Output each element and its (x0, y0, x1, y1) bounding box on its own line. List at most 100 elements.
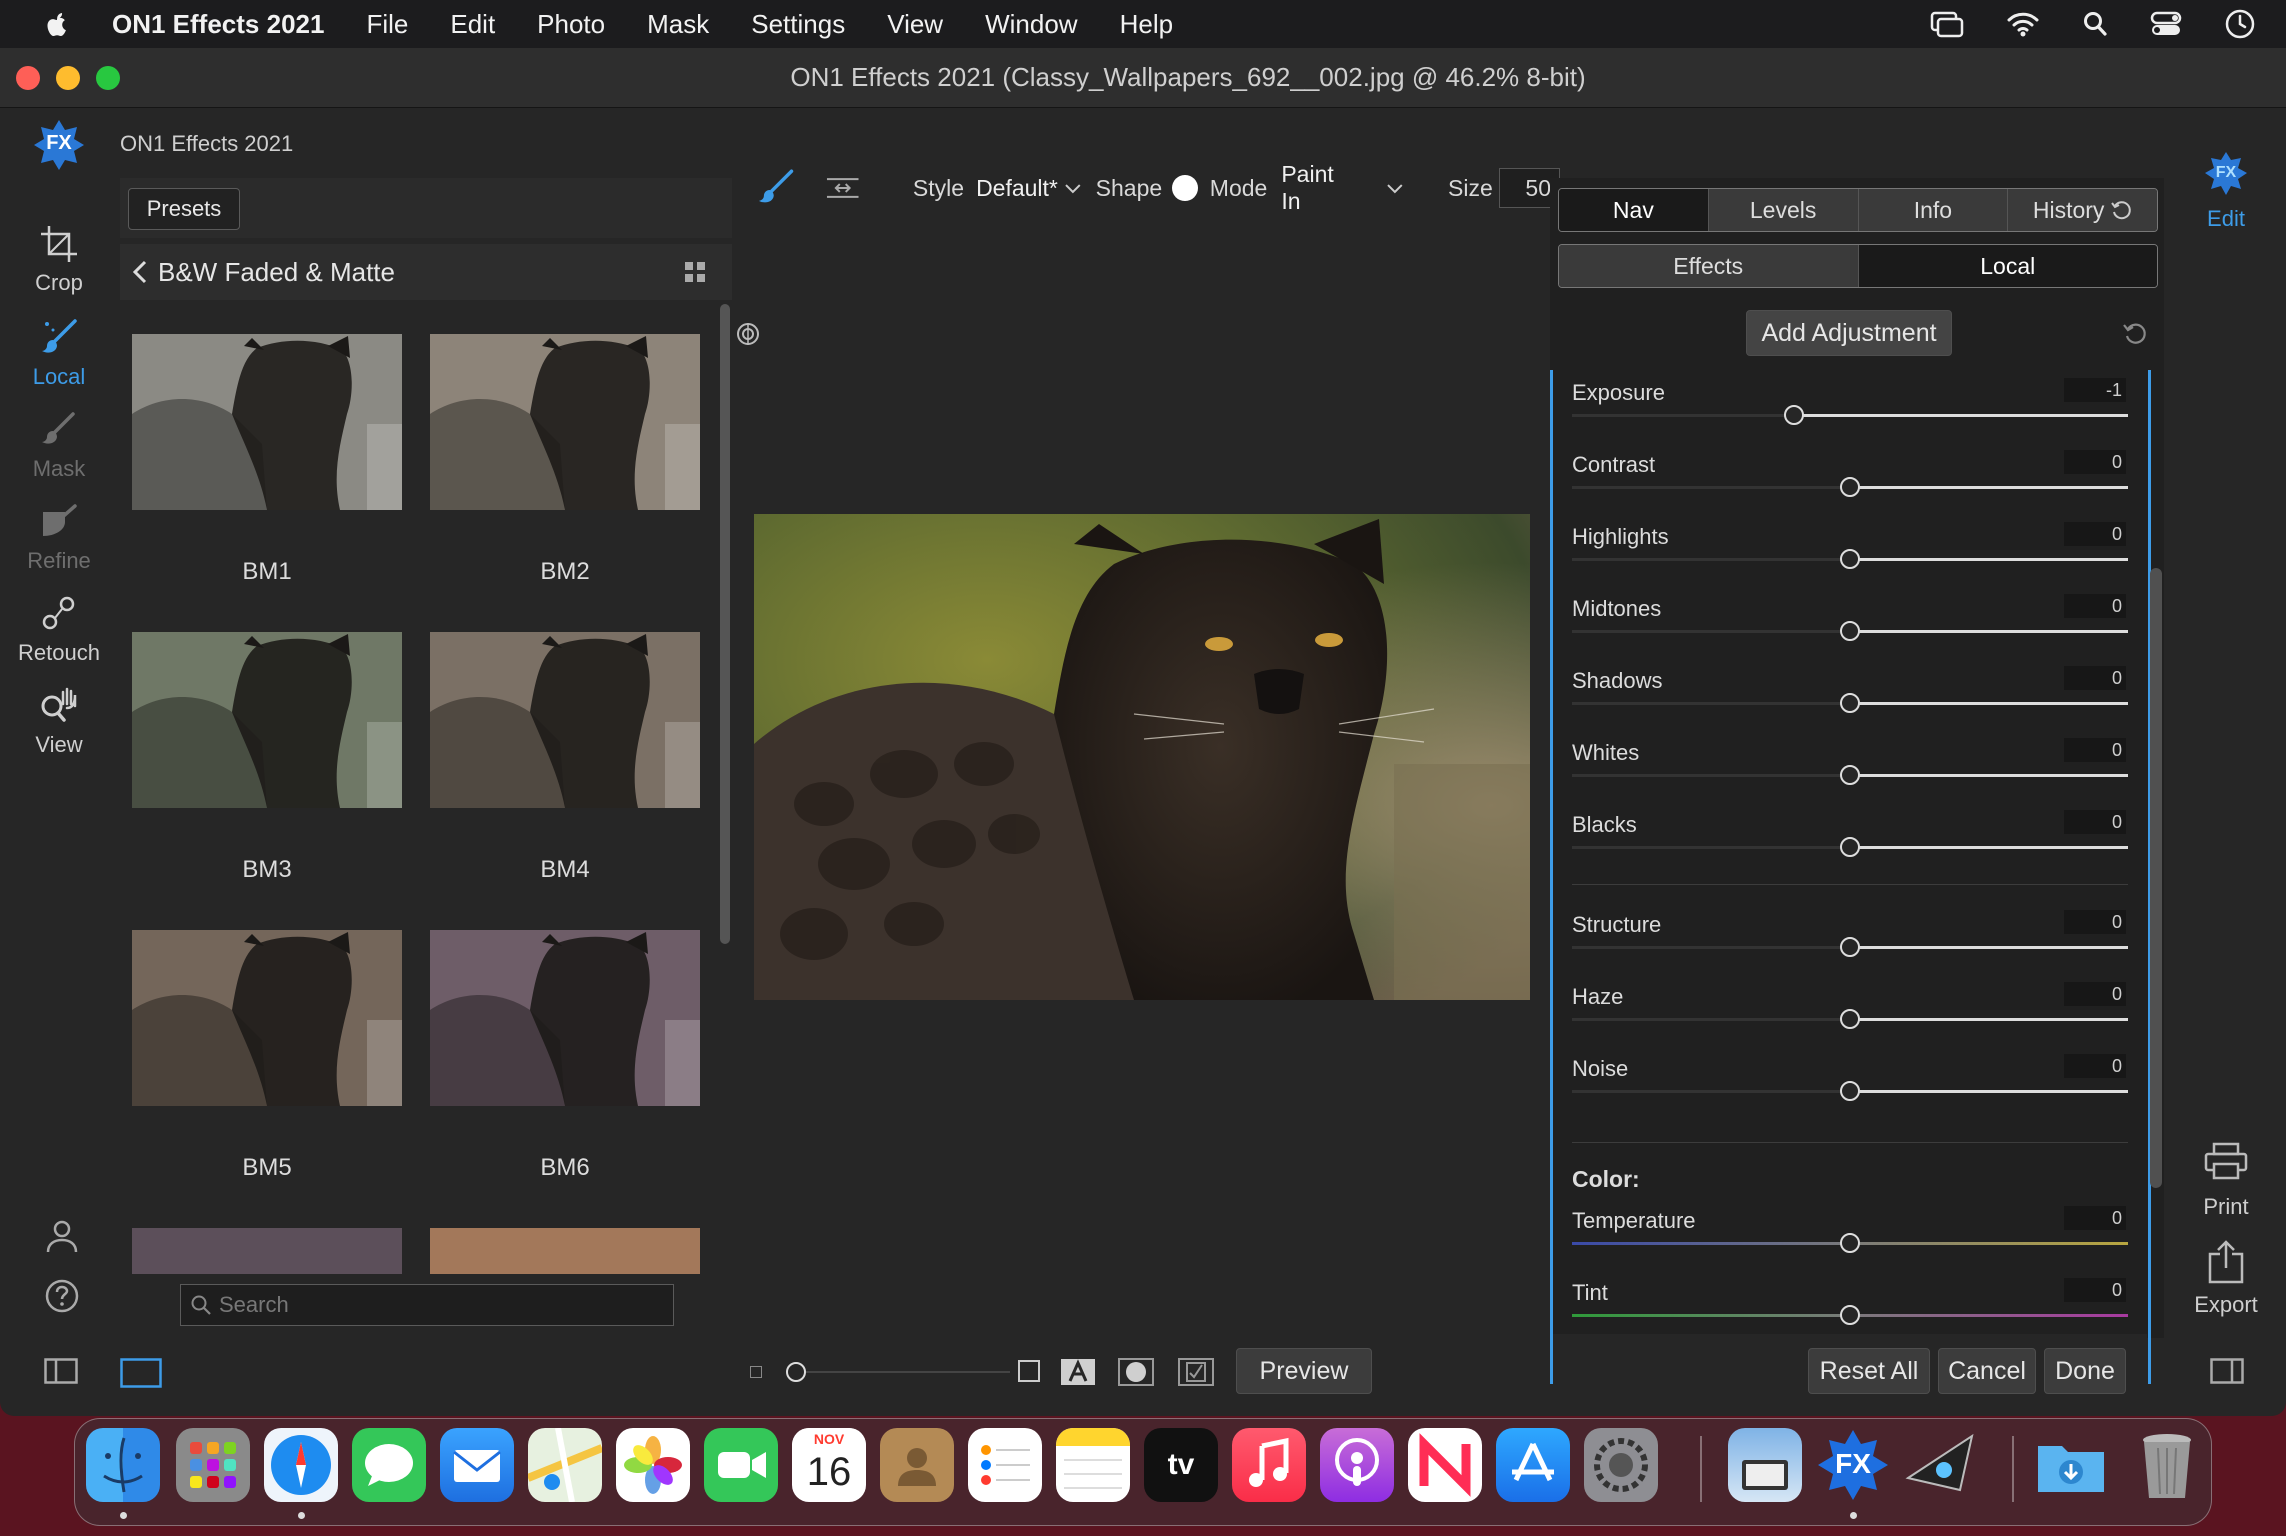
presets-scrollbar[interactable] (720, 304, 730, 944)
tool-refine[interactable]: Refine (0, 502, 118, 574)
slider-value-field[interactable]: 0 (2064, 738, 2126, 762)
preset-thumbnail[interactable] (132, 1228, 402, 1274)
toggle-right-panel-icon[interactable] (2210, 1358, 2244, 1384)
tool-retouch[interactable]: Retouch (0, 594, 118, 666)
slider-value-field[interactable]: 0 (2064, 910, 2126, 934)
screen-mirroring-icon[interactable] (1930, 10, 1964, 38)
slider-knob[interactable] (1840, 693, 1860, 713)
slider-knob[interactable] (1840, 837, 1860, 857)
slider-track[interactable] (1572, 414, 2128, 417)
module-edit[interactable]: FX (2196, 148, 2256, 202)
slider-value-field[interactable]: 0 (2064, 1278, 2126, 1302)
slider-knob[interactable] (1840, 621, 1860, 641)
slider-knob[interactable] (1840, 549, 1860, 569)
preset-thumbnail[interactable] (132, 930, 402, 1106)
slider-value-field[interactable]: 0 (2064, 666, 2126, 690)
spotlight-search-icon[interactable] (2082, 10, 2108, 38)
tab-history[interactable]: History (2008, 189, 2157, 231)
menu-edit[interactable]: Edit (450, 9, 495, 40)
system-preferences-icon[interactable] (1584, 1428, 1658, 1502)
brush-tool-icon[interactable] (756, 168, 795, 208)
menu-file[interactable]: File (366, 9, 408, 40)
tool-crop[interactable]: Crop (0, 224, 118, 296)
compare-split-icon[interactable] (825, 173, 860, 203)
tool-mask[interactable]: Mask (0, 410, 118, 482)
chevron-down-icon[interactable] (1064, 181, 1082, 195)
slider-value-field[interactable]: 0 (2064, 1054, 2126, 1078)
add-adjustment-button[interactable]: Add Adjustment (1746, 310, 1952, 356)
photos-icon[interactable] (616, 1428, 690, 1502)
done-button[interactable]: Done (2044, 1348, 2126, 1394)
subtab-effects[interactable]: Effects (1559, 245, 1859, 287)
menu-window[interactable]: Window (985, 9, 1077, 40)
menu-view[interactable]: View (887, 9, 943, 40)
preset-search-field[interactable]: Search (180, 1284, 674, 1326)
apple-tv-icon[interactable]: tv (1144, 1428, 1218, 1502)
slider-value-field[interactable]: 0 (2064, 522, 2126, 546)
launchpad-icon[interactable] (176, 1428, 250, 1502)
help-icon[interactable] (44, 1278, 80, 1314)
facetime-icon[interactable] (704, 1428, 778, 1502)
minimize-window-button[interactable] (56, 66, 80, 90)
single-view-icon[interactable] (120, 1358, 162, 1388)
cancel-button[interactable]: Cancel (1938, 1348, 2036, 1394)
maps-icon[interactable] (528, 1428, 602, 1502)
preview-app-icon[interactable] (1728, 1428, 1802, 1502)
downloads-folder-icon[interactable] (2034, 1428, 2108, 1502)
print-icon[interactable] (2204, 1142, 2248, 1182)
slider-value-field[interactable]: 0 (2064, 1206, 2126, 1230)
slider-knob[interactable] (1840, 765, 1860, 785)
reset-all-button[interactable]: Reset All (1808, 1348, 1930, 1394)
tool-local[interactable]: Local (0, 318, 118, 390)
text-overlay-icon[interactable] (1060, 1358, 1096, 1386)
tab-nav[interactable]: Nav (1559, 189, 1709, 231)
apple-icon[interactable] (42, 9, 72, 39)
menu-help[interactable]: Help (1120, 9, 1173, 40)
preset-thumbnail[interactable] (132, 632, 402, 808)
contacts-icon[interactable] (880, 1428, 954, 1502)
export-icon[interactable] (2206, 1240, 2246, 1284)
music-icon[interactable] (1232, 1428, 1306, 1502)
mask-overlay-icon[interactable] (1118, 1358, 1154, 1386)
before-after-icon[interactable] (1178, 1358, 1214, 1386)
reminders-icon[interactable] (968, 1428, 1042, 1502)
control-center-icon[interactable] (2150, 10, 2182, 38)
preset-thumbnail[interactable] (430, 1228, 700, 1274)
preset-thumbnail[interactable] (132, 334, 402, 510)
toggle-left-panel-icon[interactable] (44, 1358, 78, 1384)
podcasts-icon[interactable] (1320, 1428, 1394, 1502)
close-window-button[interactable] (16, 66, 40, 90)
clock-icon[interactable] (2224, 8, 2256, 40)
menu-app-name[interactable]: ON1 Effects 2021 (112, 9, 324, 40)
news-icon[interactable] (1408, 1428, 1482, 1502)
wifi-icon[interactable] (2006, 10, 2040, 38)
preview-button[interactable]: Preview (1236, 1348, 1372, 1394)
slider-knob[interactable] (1840, 1233, 1860, 1253)
on1-effects-dock-icon[interactable]: FX (1816, 1428, 1890, 1502)
chevron-left-icon[interactable] (126, 257, 156, 287)
slider-value-field[interactable]: 0 (2064, 594, 2126, 618)
module-export-label[interactable]: Export (2186, 1292, 2266, 1318)
calendar-icon[interactable]: NOV 16 (792, 1428, 866, 1502)
style-dropdown[interactable]: Default* (976, 175, 1058, 202)
finder-icon[interactable] (86, 1428, 160, 1502)
slider-knob[interactable] (1840, 1009, 1860, 1029)
slider-knob[interactable] (1840, 1081, 1860, 1101)
safari-icon[interactable] (264, 1428, 338, 1502)
subtab-local[interactable]: Local (1858, 245, 2157, 287)
preset-thumbnail[interactable] (430, 930, 700, 1106)
screenshot-tool-icon[interactable] (1904, 1428, 1978, 1502)
notes-icon[interactable] (1056, 1428, 1130, 1502)
zoom-window-button[interactable] (96, 66, 120, 90)
menu-settings[interactable]: Settings (751, 9, 845, 40)
brush-shape-swatch[interactable] (1172, 175, 1198, 201)
grid-view-icon[interactable] (684, 261, 706, 283)
slider-knob[interactable] (1840, 477, 1860, 497)
menu-photo[interactable]: Photo (537, 9, 605, 40)
zoom-slider-track[interactable] (800, 1371, 1010, 1373)
app-store-icon[interactable] (1496, 1428, 1570, 1502)
slider-value-field[interactable]: -1 (2064, 378, 2126, 402)
slider-knob[interactable] (1840, 1305, 1860, 1325)
messages-icon[interactable] (352, 1428, 426, 1502)
slider-value-field[interactable]: 0 (2064, 810, 2126, 834)
